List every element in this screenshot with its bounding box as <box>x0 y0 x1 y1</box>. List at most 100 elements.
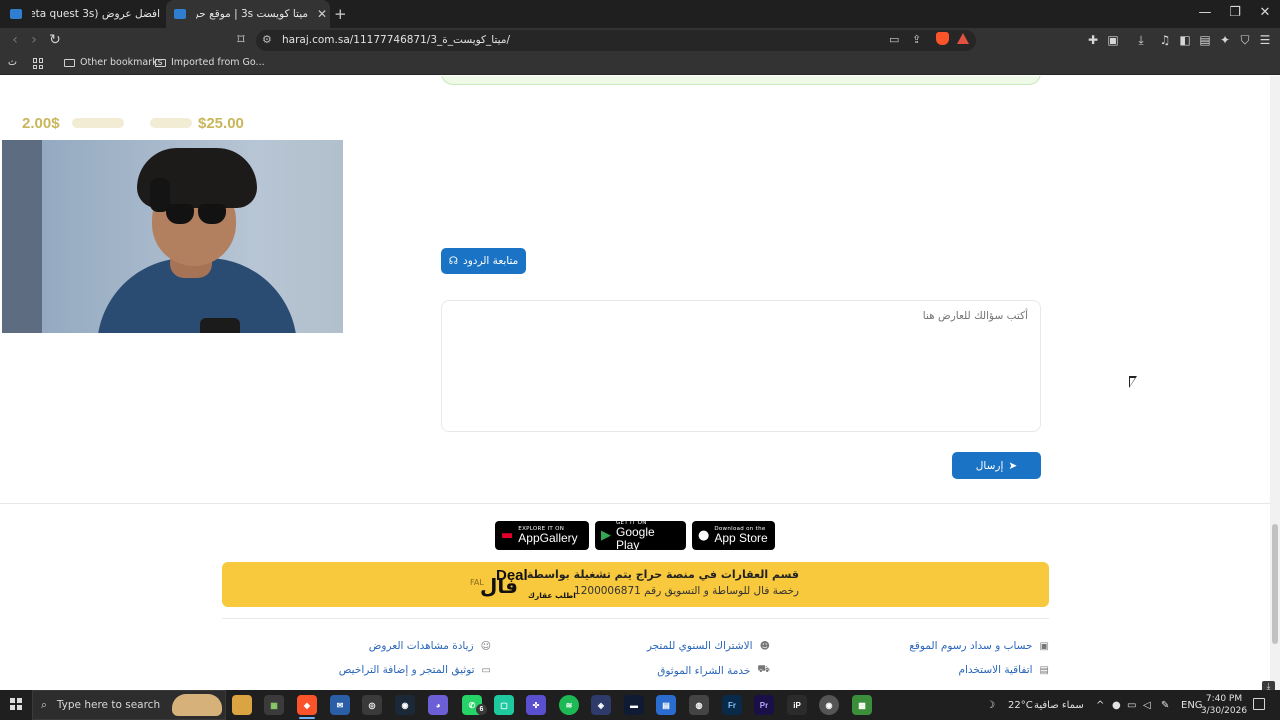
apps-grid-icon[interactable] <box>33 58 44 69</box>
brave-browser-icon[interactable]: ◆ <box>297 695 317 715</box>
browser-toolbar: ‹ › ↻ ⌑ ⚙ haraj.com.sa/11177746871/3_ميت… <box>0 28 1280 53</box>
reload-icon[interactable]: ↻ <box>46 32 64 48</box>
bookmark-icon[interactable]: ⌑ <box>232 32 250 48</box>
app-icon[interactable]: ▬ <box>624 695 644 715</box>
real-estate-banner[interactable]: قسم العقارات في منصة حراج يتم تشغيلة بوا… <box>222 562 1049 607</box>
notifications-icon[interactable] <box>1253 698 1265 710</box>
app-icon[interactable]: ◉ <box>819 695 839 715</box>
vpn-app-icon[interactable]: ◈ <box>591 695 611 715</box>
users-icon: ☻ <box>759 640 770 652</box>
faded-text <box>72 118 124 128</box>
bookmark-label: Imported from Go... <box>171 57 265 68</box>
footer-link-boost-views[interactable]: ☺ زيادة مشاهدات العروض <box>369 640 491 652</box>
extensions-icon[interactable]: ✚ <box>1085 33 1101 47</box>
temperature[interactable]: 22°C <box>1008 690 1033 720</box>
bookmark-imported[interactable]: Imported from Go... <box>155 57 265 68</box>
success-notice <box>441 76 1041 85</box>
tab-search-icon[interactable]: ▣ <box>1105 33 1121 47</box>
weather-moon-icon[interactable]: ☽ <box>986 690 995 720</box>
apple-icon: ● <box>698 528 710 543</box>
tray-chevron-icon[interactable]: ^ <box>1096 690 1104 720</box>
footer-link-trusted-purchase[interactable]: ⛟ خدمة الشراء الموثوق <box>657 664 770 677</box>
forward-icon[interactable]: › <box>25 32 43 48</box>
footer-link-verify-store[interactable]: ▭ توثيق المتجر و إضافة التراخيص <box>339 664 491 676</box>
google-play-badge[interactable]: ▶ GET IT ON Google Play <box>595 520 686 551</box>
frame-app-icon[interactable]: Fr <box>722 695 742 715</box>
site-info-icon[interactable]: ⚙ <box>262 33 272 46</box>
page-content: 2.00$ $25.00 ☊ متابعة الردود إرسال ➤ ▬ E… <box>0 76 1270 690</box>
question-input[interactable] <box>441 300 1041 432</box>
document-icon: ▤ <box>1039 664 1049 676</box>
sidebar-icon[interactable]: ◧ <box>1177 33 1193 47</box>
vpn-icon[interactable]: ⛉ <box>1237 33 1253 48</box>
share-icon[interactable]: ⇪ <box>912 33 921 46</box>
download-icon[interactable]: ⤓ <box>1133 33 1149 48</box>
send-button[interactable]: إرسال ➤ <box>952 452 1041 479</box>
folder-icon <box>64 58 75 67</box>
leo-ai-icon[interactable]: ✦ <box>1217 33 1233 47</box>
banner-license: رخصة فال للوساطة و التسويق رقم 120000687… <box>574 585 799 597</box>
close-window-icon[interactable]: ✕ <box>1250 5 1280 20</box>
app-icon[interactable]: ◎ <box>362 695 382 715</box>
display-icon[interactable]: ▭ <box>1127 690 1136 720</box>
folder-icon <box>155 58 166 67</box>
send-plane-icon: ➤ <box>1008 459 1018 472</box>
pen-icon[interactable]: ✎ <box>1161 690 1169 720</box>
new-tab-icon[interactable]: + <box>334 5 347 23</box>
footer-link-terms[interactable]: ▤ اتفاقية الاستخدام <box>958 664 1049 676</box>
follow-replies-button[interactable]: ☊ متابعة الردود <box>441 248 526 274</box>
clock[interactable]: 7:40 PM 3/30/2026 <box>1198 693 1250 717</box>
file-explorer-icon[interactable] <box>232 695 252 715</box>
brave-rewards-icon[interactable] <box>957 33 969 44</box>
mail-icon[interactable]: ✉ <box>330 695 350 715</box>
weather-text[interactable]: سماء صافية <box>1034 690 1084 720</box>
shortcut-icon[interactable]: ث <box>8 57 17 68</box>
address-bar[interactable]: ⚙ haraj.com.sa/11177746871/3_ميتا_كويست_… <box>256 30 976 51</box>
app-icon[interactable]: iP <box>787 695 807 715</box>
spotify-icon[interactable]: ≋ <box>559 695 579 715</box>
divider <box>222 618 1049 619</box>
app-icon[interactable]: ◍ <box>689 695 709 715</box>
fal-deal-logo: FAL فال Deal اطلب عقارك <box>470 567 576 600</box>
media-icon[interactable]: ♫ <box>1157 33 1173 47</box>
restore-icon[interactable]: ❐ <box>1220 5 1250 20</box>
bookmarks-bar: ث Other bookmarks Imported from Go... <box>0 53 1280 75</box>
minecraft-icon[interactable]: ▩ <box>852 695 872 715</box>
discord-icon[interactable]: ◕ <box>428 695 448 715</box>
footer-link-subscription[interactable]: ☻ الاشتراك السنوي للمتجر <box>647 640 770 652</box>
microphone-icon[interactable]: ● <box>1112 690 1121 720</box>
tab-1[interactable]: افضل عروض (meta quest 3s) جديد و <box>0 0 166 28</box>
app-icon[interactable]: ▢ <box>494 695 514 715</box>
haraj-favicon-icon <box>10 9 22 19</box>
app-store-badge[interactable]: ● Download on the App Store <box>692 521 775 550</box>
appgallery-badge[interactable]: ▬ EXPLORE IT ON AppGallery <box>495 521 589 550</box>
tab-2-active[interactable]: ميتا كويست 3s | موقع حراج ✕ <box>166 0 330 28</box>
store-icon[interactable]: ▦ <box>264 695 284 715</box>
mouse-cursor-icon <box>1129 376 1137 388</box>
steam-icon[interactable]: ◉ <box>395 695 415 715</box>
divider <box>0 503 1270 504</box>
close-tab-icon[interactable]: ✕ <box>314 7 330 21</box>
id-card-icon: ▭ <box>481 664 491 676</box>
windows-start-icon[interactable] <box>10 698 22 710</box>
price-left: 2.00$ <box>22 115 60 132</box>
scroll-thumb[interactable] <box>1272 524 1278 644</box>
url-text[interactable]: haraj.com.sa/11177746871/3_ميتا_كويست_ة/ <box>282 34 510 46</box>
minimize-icon[interactable]: — <box>1190 5 1220 20</box>
send-label: إرسال <box>975 459 1004 472</box>
search-highlight-image <box>172 694 222 716</box>
footer-link-account[interactable]: ▣ حساب و سداد رسوم الموقع <box>909 640 1049 652</box>
cast-icon[interactable]: ▭ <box>889 33 899 46</box>
tab-title: ميتا كويست 3s | موقع حراج <box>196 8 308 20</box>
wallet-icon[interactable]: ▤ <box>1197 33 1213 47</box>
volume-icon[interactable]: ◁ <box>1143 690 1151 720</box>
premiere-pro-icon[interactable]: Pr <box>754 695 774 715</box>
app-icon[interactable]: ▤ <box>656 695 676 715</box>
brave-shields-icon[interactable] <box>936 32 949 45</box>
bookmark-other[interactable]: Other bookmarks <box>64 57 163 68</box>
gamepad-icon[interactable]: ✜ <box>526 695 546 715</box>
menu-icon[interactable]: ☰ <box>1257 33 1273 47</box>
back-icon[interactable]: ‹ <box>6 32 24 48</box>
huawei-icon: ▬ <box>501 528 514 543</box>
page-scrollbar[interactable] <box>1270 76 1280 690</box>
